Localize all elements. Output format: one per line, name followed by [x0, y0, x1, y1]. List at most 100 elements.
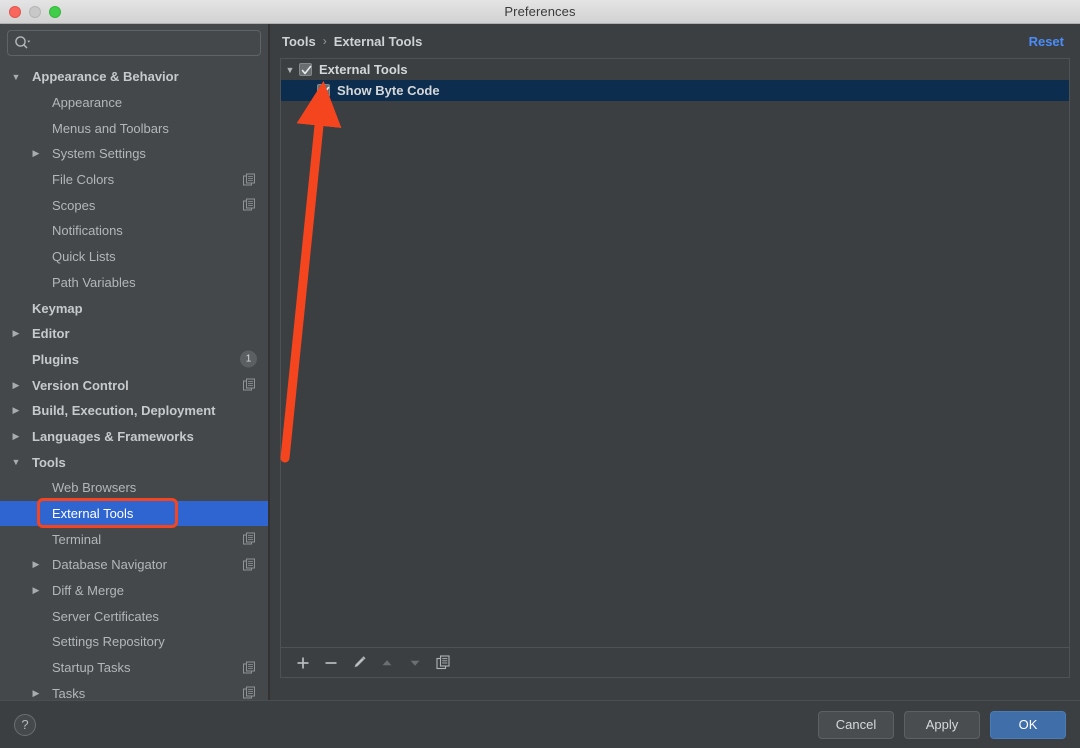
- sidebar-item-quick-lists[interactable]: Quick Lists: [0, 244, 268, 270]
- chevron-right-icon[interactable]: ▶: [8, 328, 24, 339]
- copy-icon[interactable]: [243, 687, 256, 700]
- sidebar-item-keymap[interactable]: Keymap: [0, 295, 268, 321]
- sidebar-item-label: Database Navigator: [0, 557, 167, 572]
- sidebar-item-label: Plugins: [0, 352, 79, 367]
- help-button[interactable]: ?: [14, 714, 36, 736]
- sidebar-item-label: Path Variables: [0, 275, 136, 290]
- breadcrumb-current: External Tools: [334, 34, 423, 49]
- sidebar-item-label: Languages & Frameworks: [0, 429, 194, 444]
- apply-button[interactable]: Apply: [904, 711, 980, 739]
- sidebar-item-label: Terminal: [0, 532, 101, 547]
- chevron-right-icon[interactable]: ▶: [8, 405, 24, 416]
- dialog-footer: ? Cancel Apply OK: [0, 700, 1080, 748]
- sidebar-item-label: Scopes: [0, 198, 95, 213]
- preferences-window: ▼Appearance & BehaviorAppearanceMenus an…: [0, 24, 1080, 748]
- sidebar-item-label: Web Browsers: [0, 480, 136, 495]
- external-tools-toolbar: [281, 647, 1069, 677]
- sidebar-item-menus-and-toolbars[interactable]: Menus and Toolbars: [0, 115, 268, 141]
- sidebar-item-label: Appearance & Behavior: [0, 69, 179, 84]
- chevron-right-icon[interactable]: ▶: [28, 148, 44, 159]
- sidebar-tree: ▼Appearance & BehaviorAppearanceMenus an…: [0, 64, 268, 700]
- sidebar-item-label: External Tools: [0, 506, 133, 521]
- chevron-right-icon[interactable]: ▶: [8, 431, 24, 442]
- edit-button[interactable]: [345, 650, 373, 676]
- search-input[interactable]: [32, 36, 254, 50]
- tool-tree-label: Show Byte Code: [337, 83, 440, 98]
- sidebar-item-editor[interactable]: ▶Editor: [0, 321, 268, 347]
- footer-button-group: Cancel Apply OK: [818, 711, 1066, 739]
- copy-icon[interactable]: [243, 379, 256, 392]
- main-panel: Tools › External Tools Reset ▼ External T…: [270, 24, 1080, 700]
- chevron-down-icon[interactable]: ▼: [281, 65, 299, 75]
- sidebar-item-appearance[interactable]: Appearance: [0, 90, 268, 116]
- remove-button[interactable]: [317, 650, 345, 676]
- sidebar-item-label: Build, Execution, Deployment: [0, 403, 215, 418]
- move-up-button[interactable]: [373, 650, 401, 676]
- sidebar-item-database-navigator[interactable]: ▶Database Navigator: [0, 552, 268, 578]
- copy-icon[interactable]: [243, 533, 256, 546]
- traffic-light-group: [9, 6, 61, 18]
- chevron-right-icon[interactable]: ▶: [28, 559, 44, 570]
- sidebar-item-build-execution-deployment[interactable]: ▶Build, Execution, Deployment: [0, 398, 268, 424]
- checkbox[interactable]: [317, 84, 330, 97]
- copy-icon[interactable]: [243, 558, 256, 571]
- sidebar-item-server-certificates[interactable]: Server Certificates: [0, 603, 268, 629]
- sidebar-item-external-tools[interactable]: External Tools: [0, 501, 268, 527]
- search-box[interactable]: [7, 30, 261, 56]
- copy-icon[interactable]: [243, 199, 256, 212]
- search-icon: [14, 35, 32, 51]
- sidebar-item-path-variables[interactable]: Path Variables: [0, 270, 268, 296]
- copy-icon[interactable]: [243, 661, 256, 674]
- sidebar-item-label: Quick Lists: [0, 249, 116, 264]
- sidebar-item-label: Settings Repository: [0, 634, 165, 649]
- checkbox[interactable]: [299, 63, 312, 76]
- sidebar-item-label: Diff & Merge: [0, 583, 124, 598]
- sidebar-item-terminal[interactable]: Terminal: [0, 526, 268, 552]
- sidebar-item-file-colors[interactable]: File Colors: [0, 167, 268, 193]
- minimize-window-button[interactable]: [29, 6, 41, 18]
- sidebar-item-scopes[interactable]: Scopes: [0, 192, 268, 218]
- external-tools-panel: ▼ External Tools Show Byte Code: [280, 58, 1070, 678]
- move-down-button[interactable]: [401, 650, 429, 676]
- chevron-down-icon[interactable]: ▼: [8, 457, 24, 467]
- breadcrumb-separator-icon: ›: [323, 34, 327, 48]
- add-button[interactable]: [289, 650, 317, 676]
- sidebar-item-tools[interactable]: ▼Tools: [0, 449, 268, 475]
- sidebar-item-system-settings[interactable]: ▶System Settings: [0, 141, 268, 167]
- zoom-window-button[interactable]: [49, 6, 61, 18]
- copy-icon[interactable]: [243, 173, 256, 186]
- chevron-down-icon[interactable]: ▼: [8, 72, 24, 82]
- sidebar-item-label: File Colors: [0, 172, 114, 187]
- tool-tree-row[interactable]: Show Byte Code: [281, 80, 1069, 101]
- sidebar-item-languages-frameworks[interactable]: ▶Languages & Frameworks: [0, 424, 268, 450]
- plugins-update-badge: 1: [240, 351, 257, 368]
- sidebar-item-notifications[interactable]: Notifications: [0, 218, 268, 244]
- ok-button[interactable]: OK: [990, 711, 1066, 739]
- breadcrumb-parent[interactable]: Tools: [282, 34, 316, 49]
- copy-button[interactable]: [429, 650, 457, 676]
- sidebar-item-label: Startup Tasks: [0, 660, 131, 675]
- reset-link[interactable]: Reset: [1029, 34, 1064, 49]
- sidebar-item-plugins[interactable]: Plugins 1: [0, 347, 268, 373]
- sidebar-item-startup-tasks[interactable]: Startup Tasks: [0, 655, 268, 681]
- sidebar-item-tasks[interactable]: ▶Tasks: [0, 681, 268, 701]
- sidebar-item-web-browsers[interactable]: Web Browsers: [0, 475, 268, 501]
- chevron-right-icon[interactable]: ▶: [28, 688, 44, 699]
- sidebar-item-appearance-behavior[interactable]: ▼Appearance & Behavior: [0, 64, 268, 90]
- sidebar-item-diff-merge[interactable]: ▶Diff & Merge: [0, 578, 268, 604]
- cancel-button[interactable]: Cancel: [818, 711, 894, 739]
- tool-tree-row[interactable]: ▼ External Tools: [281, 59, 1069, 80]
- window-titlebar: Preferences: [0, 0, 1080, 24]
- tool-tree-label: External Tools: [319, 62, 408, 77]
- breadcrumb: Tools › External Tools Reset: [270, 24, 1080, 58]
- sidebar-item-label: Menus and Toolbars: [0, 121, 169, 136]
- sidebar-search-wrap: [0, 24, 268, 56]
- close-window-button[interactable]: [9, 6, 21, 18]
- chevron-right-icon[interactable]: ▶: [8, 380, 24, 391]
- external-tools-tree: ▼ External Tools Show Byte Code: [281, 59, 1069, 101]
- sidebar-item-version-control[interactable]: ▶Version Control: [0, 372, 268, 398]
- sidebar-item-label: Notifications: [0, 223, 123, 238]
- chevron-right-icon[interactable]: ▶: [28, 585, 44, 596]
- sidebar-item-settings-repository[interactable]: Settings Repository: [0, 629, 268, 655]
- sidebar-item-label: Appearance: [0, 95, 122, 110]
